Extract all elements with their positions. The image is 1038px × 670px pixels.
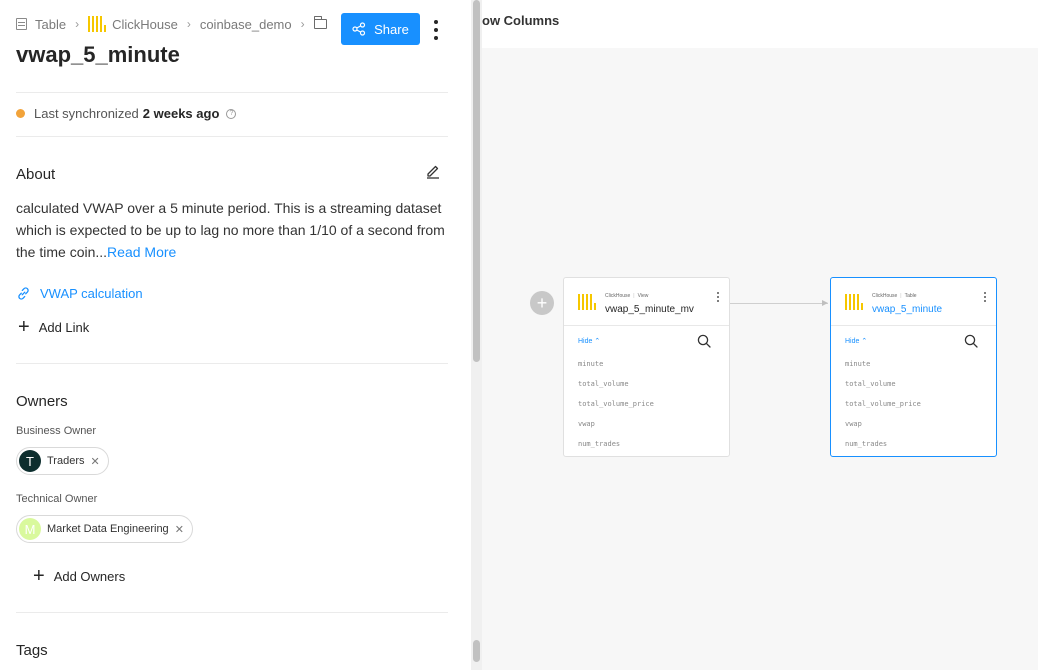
- breadcrumb-database-label: coinbase_demo: [199, 16, 292, 32]
- doc-link[interactable]: VWAP calculation: [16, 286, 143, 301]
- close-icon[interactable]: ✕: [175, 523, 184, 536]
- status-dot-icon: [16, 109, 25, 118]
- clickhouse-logo-icon: [578, 294, 596, 310]
- hide-columns-button[interactable]: Hide ⌃: [845, 337, 867, 345]
- help-icon[interactable]: ?: [226, 108, 237, 119]
- owner-chip-business[interactable]: T Traders ✕: [16, 447, 109, 475]
- hide-columns-button[interactable]: Hide ⌃: [578, 337, 600, 345]
- lineage-node-view[interactable]: ClickHouse | View vwap_5_minute_mv Hide ⌃ …: [563, 277, 730, 457]
- node-meta: ClickHouse | View: [605, 293, 649, 299]
- table-icon: [16, 18, 27, 30]
- page-title: vwap_5_minute: [16, 42, 180, 67]
- breadcrumb-entity-type-label: Table: [35, 16, 67, 32]
- add-link-label: Add Link: [38, 319, 90, 335]
- breadcrumb-separator: ›: [300, 17, 305, 31]
- node-meta: ClickHouse | Table: [872, 293, 917, 299]
- divider: [16, 92, 448, 93]
- sync-value: 2 weeks ago: [142, 106, 220, 121]
- lineage-toolbar: ow Columns: [482, 0, 1038, 48]
- show-columns-toggle[interactable]: ow Columns: [482, 13, 559, 28]
- plus-icon: +: [18, 316, 30, 338]
- owner-chip-technical[interactable]: M Market Data Engineering ✕: [16, 515, 193, 543]
- sync-status: Last synchronized 2 weeks ago ?: [16, 106, 237, 121]
- avatar: M: [19, 518, 41, 540]
- node-menu-icon[interactable]: [984, 292, 988, 302]
- add-owners-button[interactable]: + Add Owners: [33, 566, 125, 586]
- column-item[interactable]: vwap: [578, 419, 654, 439]
- divider: [16, 363, 448, 364]
- edit-icon[interactable]: [425, 163, 441, 179]
- doc-link-label: VWAP calculation: [40, 286, 143, 301]
- owners-heading: Owners: [16, 393, 68, 410]
- about-description: calculated VWAP over a 5 minute period. …: [16, 197, 446, 263]
- sidebar-scrollbar-thumb[interactable]: [473, 0, 480, 362]
- owner-name: Market Data Engineering: [47, 523, 169, 535]
- node-subtype: View: [637, 293, 649, 299]
- technical-owner-label: Technical Owner: [16, 493, 98, 505]
- column-item[interactable]: vwap: [845, 419, 921, 439]
- breadcrumb-platform[interactable]: ClickHouse: [88, 16, 178, 32]
- breadcrumb-separator: ›: [186, 17, 191, 31]
- share-icon: [352, 22, 366, 36]
- column-item[interactable]: total_volume: [578, 379, 654, 399]
- tags-heading: Tags: [16, 642, 48, 659]
- add-owners-label: Add Owners: [53, 568, 126, 584]
- node-subtype: Table: [904, 293, 917, 299]
- share-label: Share: [374, 21, 409, 37]
- column-list: minute total_volume total_volume_price v…: [578, 359, 654, 459]
- lineage-edge: [730, 303, 828, 304]
- arrow-icon: [822, 300, 828, 306]
- node-platform: ClickHouse: [872, 293, 898, 299]
- business-owner-label: Business Owner: [16, 425, 97, 437]
- column-item[interactable]: total_volume_price: [845, 399, 921, 419]
- column-item[interactable]: num_trades: [845, 439, 921, 459]
- entity-sidebar: Table › ClickHouse › coinbase_demo › vwa…: [0, 0, 471, 670]
- hide-label: Hide: [578, 338, 593, 345]
- add-link-button[interactable]: + Add Link: [18, 317, 89, 337]
- node-header: ClickHouse | View vwap_5_minute_mv: [564, 278, 729, 326]
- node-name: vwap_5_minute: [872, 304, 943, 315]
- breadcrumb-platform-label: ClickHouse: [112, 16, 178, 32]
- search-icon[interactable]: [964, 334, 978, 348]
- node-name: vwap_5_minute_mv: [605, 304, 694, 315]
- column-item[interactable]: num_trades: [578, 439, 654, 459]
- breadcrumb-entity-type[interactable]: Table: [16, 17, 66, 32]
- divider: [16, 136, 448, 137]
- column-item[interactable]: minute: [845, 359, 921, 379]
- more-options-icon[interactable]: [430, 18, 442, 42]
- clickhouse-logo-icon: [88, 16, 107, 32]
- clickhouse-logo-icon: [845, 294, 863, 310]
- avatar: T: [19, 450, 41, 472]
- breadcrumb-database[interactable]: coinbase_demo: [200, 17, 292, 32]
- column-list: minute total_volume total_volume_price v…: [845, 359, 921, 459]
- hide-label: Hide: [845, 338, 860, 345]
- about-heading: About: [16, 166, 56, 183]
- node-menu-icon[interactable]: [717, 292, 721, 302]
- node-platform: ClickHouse: [605, 293, 631, 299]
- node-header: ClickHouse | Table vwap_5_minute: [831, 278, 996, 326]
- about-text: calculated VWAP over a 5 minute period. …: [16, 200, 445, 260]
- breadcrumb-separator: ›: [75, 17, 80, 31]
- expand-upstream-icon[interactable]: +: [530, 291, 554, 315]
- owner-name: Traders: [47, 455, 85, 467]
- plus-icon: +: [33, 565, 45, 587]
- sidebar-scrollbar-thumb-lower[interactable]: [473, 640, 480, 662]
- column-item[interactable]: total_volume_price: [578, 399, 654, 419]
- folder-icon[interactable]: [313, 16, 327, 29]
- sync-prefix: Last synchronized: [34, 106, 139, 121]
- read-more-link[interactable]: Read More: [107, 244, 176, 260]
- share-button[interactable]: Share: [341, 13, 420, 45]
- lineage-node-table[interactable]: ClickHouse | Table vwap_5_minute Hide ⌃ mi…: [830, 277, 997, 457]
- divider: [16, 612, 448, 613]
- column-item[interactable]: total_volume: [845, 379, 921, 399]
- column-item[interactable]: minute: [578, 359, 654, 379]
- link-icon: [18, 287, 29, 300]
- close-icon[interactable]: ✕: [91, 455, 100, 468]
- breadcrumb: Table › ClickHouse › coinbase_demo ›: [16, 16, 327, 32]
- search-icon[interactable]: [697, 334, 711, 348]
